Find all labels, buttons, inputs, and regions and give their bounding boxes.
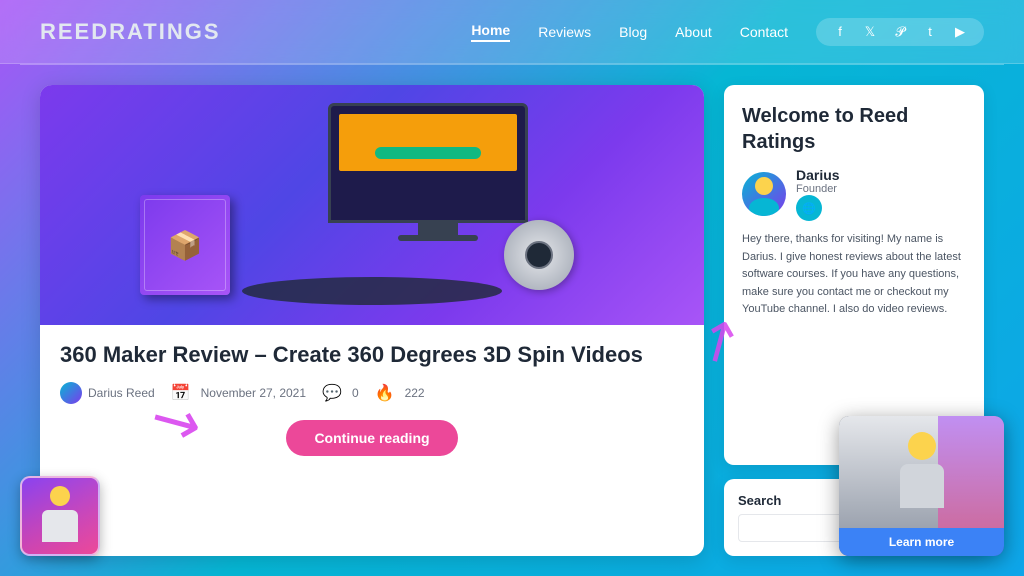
article-body: 360 Maker Review – Create 360 Degrees 3D… <box>40 325 704 556</box>
author-avatar-small <box>60 382 82 404</box>
video-overlay-left[interactable] <box>20 476 100 556</box>
view-count: 222 <box>405 386 425 400</box>
monitor-base <box>398 235 478 241</box>
meta-author: Darius Reed <box>60 382 155 404</box>
video-overlay-right[interactable]: Learn more Powered by Video Reviews <box>839 416 1004 556</box>
continue-reading-button[interactable]: Continue reading <box>286 420 457 456</box>
comment-icon: 💬 <box>322 383 342 403</box>
main-article-card: ThreeSixty Maker <box>40 85 704 556</box>
article-date: November 27, 2021 <box>201 386 306 400</box>
youtube-icon[interactable]: ▶ <box>950 24 970 40</box>
body-left <box>42 510 78 542</box>
nav-reviews[interactable]: Reviews <box>538 24 591 40</box>
facebook-icon[interactable]: f <box>830 24 850 39</box>
camera-graphic <box>504 220 574 290</box>
tumblr-icon[interactable]: t <box>920 24 940 39</box>
video-person-head <box>908 432 936 460</box>
learn-more-button[interactable]: Learn more <box>839 528 1004 556</box>
twitter-icon[interactable]: 𝕏 <box>860 24 880 40</box>
video-bg-accent <box>938 416 1004 528</box>
social-icons-group: f 𝕏 𝓟 t ▶ <box>816 18 984 46</box>
video-overlay-left-inner <box>22 478 98 554</box>
nav-contact[interactable]: Contact <box>740 24 788 40</box>
author-avatar-svg <box>742 172 786 216</box>
sidebar-author-icon-btn[interactable]: 🌐 <box>796 195 822 221</box>
meta-views: 🔥 222 <box>375 383 425 403</box>
sidebar-author-info: Darius Founder 🌐 <box>796 167 840 221</box>
welcome-description: Hey there, thanks for visiting! My name … <box>742 231 966 319</box>
article-title: 360 Maker Review – Create 360 Degrees 3D… <box>60 341 684 370</box>
sidebar-author-name: Darius <box>796 167 840 183</box>
logo[interactable]: ReedRatings <box>40 19 221 45</box>
main-nav: Home Reviews Blog About Contact f 𝕏 𝓟 t … <box>471 18 984 46</box>
sidebar-author-avatar <box>742 172 786 216</box>
monitor-screen <box>328 103 528 223</box>
pinterest-icon[interactable]: 𝓟 <box>890 24 910 40</box>
platform-graphic <box>242 277 502 305</box>
author-name-meta: Darius Reed <box>88 386 155 400</box>
meta-comments: 💬 0 <box>322 383 359 403</box>
article-hero-image: ThreeSixty Maker <box>40 85 704 325</box>
header: ReedRatings Home Reviews Blog About Cont… <box>0 0 1024 64</box>
calendar-icon: 📅 <box>171 383 191 403</box>
camera-lens <box>525 241 553 269</box>
article-graphic: ThreeSixty Maker <box>40 85 704 325</box>
nav-home[interactable]: Home <box>471 22 510 42</box>
product-box: 📦 <box>140 195 230 295</box>
welcome-card: Welcome to Reed Ratings Darius Founder 🌐… <box>724 85 984 465</box>
head-left <box>50 486 70 506</box>
welcome-title: Welcome to Reed Ratings <box>742 103 966 155</box>
person-silhouette-left <box>40 486 80 546</box>
video-right-content <box>839 416 1004 528</box>
video-person-body <box>900 464 944 508</box>
nav-blog[interactable]: Blog <box>619 24 647 40</box>
sidebar-author-role: Founder <box>796 183 840 195</box>
comment-count: 0 <box>352 386 359 400</box>
views-icon: 🔥 <box>375 383 395 403</box>
article-meta: Darius Reed 📅 November 27, 2021 💬 0 🔥 22… <box>60 382 684 404</box>
monitor-screen-content <box>339 114 517 171</box>
video-person <box>897 432 947 512</box>
nav-about[interactable]: About <box>675 24 712 40</box>
monitor-stand <box>418 223 458 235</box>
sidebar-author-row: Darius Founder 🌐 <box>742 167 966 221</box>
monitor-graphic <box>328 103 548 243</box>
box-icon: 📦 <box>168 229 203 262</box>
meta-date: 📅 November 27, 2021 <box>171 383 306 403</box>
